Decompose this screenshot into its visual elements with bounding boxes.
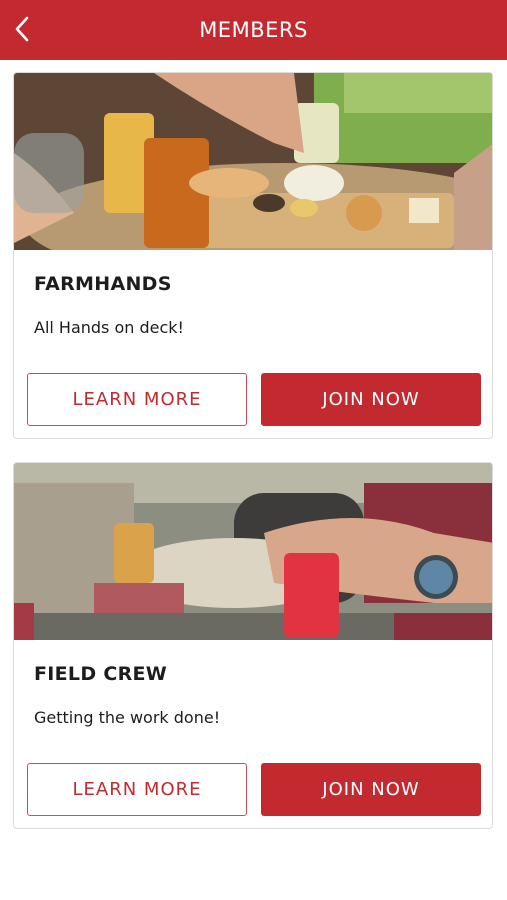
learn-more-button[interactable]: LEARN MORE [27,763,247,816]
membership-card-field-crew: FIELD CREW Getting the work done! LEARN … [13,462,493,829]
card-photo-food-and-beer [14,73,492,250]
chevron-left-icon [15,16,29,42]
back-button[interactable] [10,14,34,44]
membership-card-farmhands: FARMHANDS All Hands on deck! LEARN MORE … [13,72,493,439]
card-description: All Hands on deck! [34,318,184,337]
card-title: FARMHANDS [34,273,172,295]
join-now-button[interactable]: JOIN NOW [261,373,481,426]
learn-more-button[interactable]: LEARN MORE [27,373,247,426]
page-title: MEMBERS [199,18,308,42]
app-header: MEMBERS [0,0,507,60]
card-description: Getting the work done! [34,708,221,727]
card-title: FIELD CREW [34,663,168,685]
join-now-button[interactable]: JOIN NOW [261,763,481,816]
card-photo-patio-drink [14,463,492,640]
